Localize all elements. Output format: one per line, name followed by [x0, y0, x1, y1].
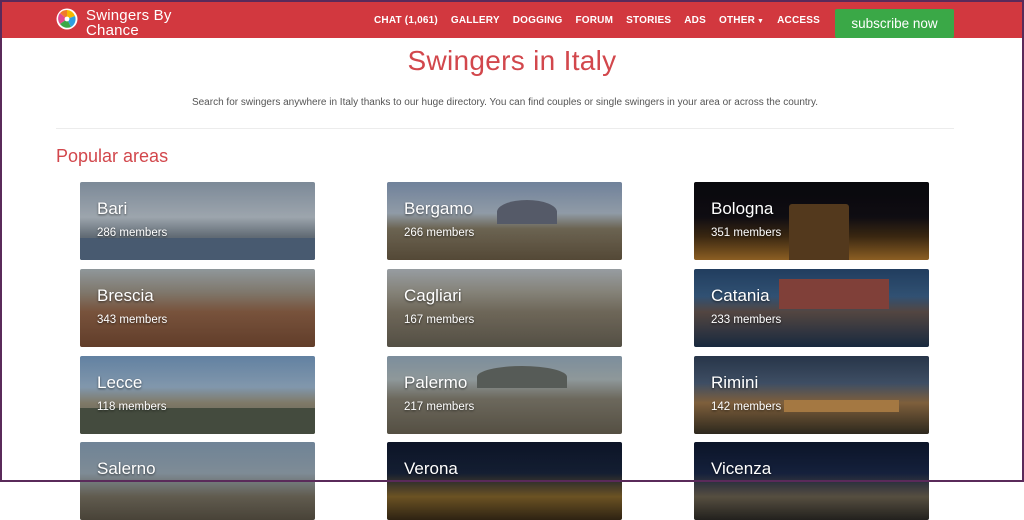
- intro-text: Search for swingers anywhere in Italy th…: [191, 97, 819, 108]
- city-card-salerno[interactable]: Salerno: [80, 442, 315, 520]
- city-card-brescia[interactable]: Brescia 343 members: [80, 269, 315, 347]
- card-overlay: [80, 442, 315, 520]
- city-name: Bergamo: [404, 199, 473, 218]
- nav-access[interactable]: ACCESS: [777, 14, 820, 29]
- city-card-verona[interactable]: Verona: [387, 442, 622, 520]
- nav-chat[interactable]: CHAT (1,061): [374, 14, 438, 29]
- pinwheel-logo-icon: [56, 8, 78, 30]
- nav-forum[interactable]: FORUM: [575, 14, 613, 29]
- card-overlay: [387, 356, 622, 434]
- city-name: Bari: [97, 199, 128, 218]
- card-overlay: [694, 182, 929, 260]
- nav-other-dropdown[interactable]: OTHER ▼: [719, 14, 764, 29]
- nav-other-label: OTHER: [718, 15, 755, 26]
- card-overlay: [694, 356, 929, 434]
- top-navbar: Swingers By Chance CHAT (1,061) GALLERY …: [0, 0, 1024, 38]
- city-name: Salerno: [97, 459, 156, 478]
- nav-stories[interactable]: STORIES: [626, 14, 671, 29]
- city-card-bologna[interactable]: Bologna 351 members: [694, 182, 929, 260]
- city-name: Verona: [404, 459, 458, 478]
- city-name: Lecce: [97, 373, 143, 392]
- city-card-rimini[interactable]: Rimini 142 members: [694, 356, 929, 434]
- nav-gallery[interactable]: GALLERY: [451, 14, 500, 29]
- city-card-bari[interactable]: Bari 286 members: [80, 182, 315, 260]
- nav-dogging[interactable]: DOGGING: [513, 14, 563, 29]
- member-count: 351 members: [711, 227, 782, 239]
- card-overlay: [387, 442, 622, 520]
- member-count: 167 members: [404, 314, 475, 326]
- member-count: 286 members: [97, 227, 168, 239]
- city-name: Bologna: [711, 199, 774, 218]
- member-count: 266 members: [404, 227, 475, 239]
- city-name: Cagliari: [404, 286, 462, 305]
- site-logo[interactable]: Swingers By Chance: [56, 8, 180, 38]
- card-overlay: [80, 182, 315, 260]
- member-count: 217 members: [404, 401, 475, 413]
- city-card-cagliari[interactable]: Cagliari 167 members: [387, 269, 622, 347]
- nav-ads[interactable]: ADS: [684, 14, 706, 29]
- member-count: 233 members: [711, 314, 782, 326]
- card-overlay: [387, 182, 622, 260]
- city-name: Rimini: [711, 373, 759, 392]
- city-card-catania[interactable]: Catania 233 members: [694, 269, 929, 347]
- city-card-bergamo[interactable]: Bergamo 266 members: [387, 182, 622, 260]
- city-name: Catania: [711, 286, 770, 305]
- city-card-palermo[interactable]: Palermo 217 members: [387, 356, 622, 434]
- city-name: Palermo: [404, 373, 468, 392]
- member-count: 118 members: [97, 401, 167, 413]
- card-overlay: [694, 442, 929, 520]
- city-name: Vicenza: [711, 459, 772, 478]
- card-overlay: [80, 269, 315, 347]
- main-nav: CHAT (1,061) GALLERY DOGGING FORUM STORI…: [374, 14, 820, 29]
- city-card-lecce[interactable]: Lecce 118 members: [80, 356, 315, 434]
- member-count: 343 members: [97, 314, 168, 326]
- site-name: Swingers By Chance: [86, 8, 172, 38]
- popular-areas-heading: Popular areas: [56, 146, 169, 166]
- page-title: Swingers in Italy: [407, 45, 617, 76]
- city-card-vicenza[interactable]: Vicenza: [694, 442, 929, 520]
- city-name: Brescia: [97, 286, 154, 305]
- divider: [56, 128, 954, 129]
- subscribe-button[interactable]: subscribe now: [835, 9, 954, 38]
- member-count: 142 members: [711, 401, 782, 413]
- card-overlay: [80, 356, 315, 434]
- card-overlay: [387, 269, 622, 347]
- caret-down-icon: ▼: [756, 18, 765, 25]
- card-overlay: [694, 269, 929, 347]
